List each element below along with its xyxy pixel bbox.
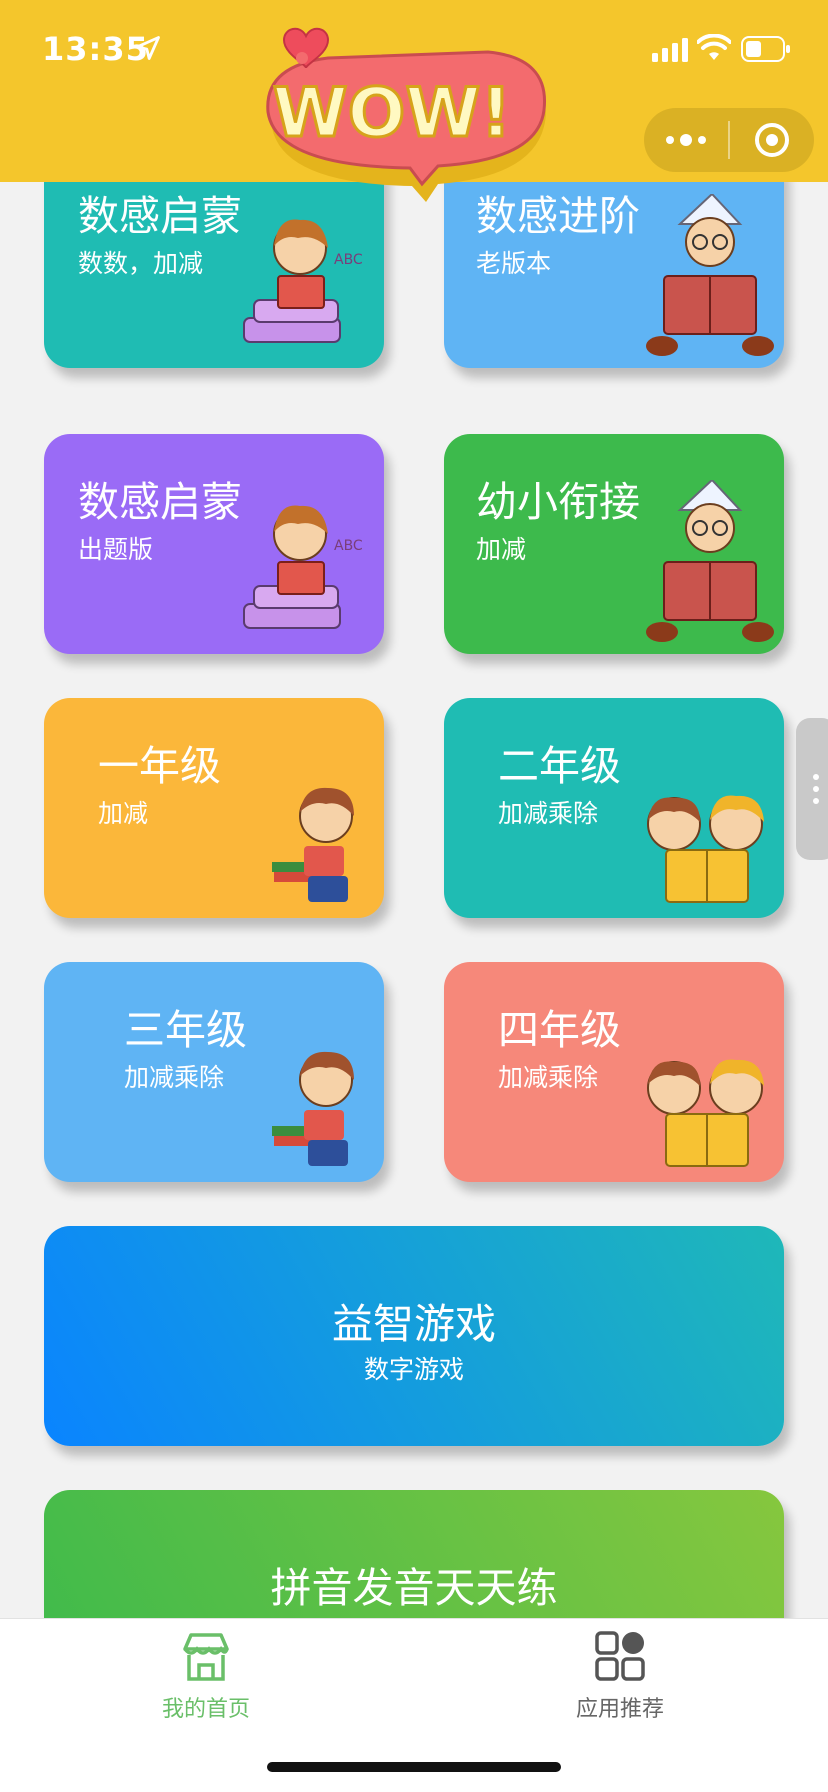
boy-with-books-icon — [272, 1051, 354, 1166]
card-title: 一年级 — [98, 742, 221, 790]
card-grade-3[interactable]: 三年级 加减乘除 — [44, 962, 384, 1182]
card-title: 数感启蒙 — [78, 478, 242, 526]
svg-text:ABC: ABC — [334, 252, 363, 268]
apps-grid-icon — [595, 1631, 645, 1681]
boy-reading-book-icon — [646, 480, 774, 642]
girl-reading-icon: ABC — [243, 219, 363, 343]
tab-apps-label: 应用推荐 — [575, 1697, 664, 1722]
card-title: 拼音发音天天练 — [270, 1564, 558, 1612]
close-target-icon — [755, 123, 789, 157]
two-kids-reading-icon — [647, 1059, 764, 1167]
location-arrow-icon — [136, 36, 160, 60]
card-subtitle: 数数，加减 — [78, 249, 204, 278]
card-subtitle: 加减 — [98, 799, 149, 828]
card-puzzle-games[interactable]: 益智游戏 数字游戏 — [44, 1226, 784, 1446]
card-subtitle: 加减乘除 — [498, 799, 599, 828]
girl-reading-icon: ABC — [243, 505, 363, 629]
card-kindergarten-bridge[interactable]: 幼小衔接 加减 — [444, 434, 784, 654]
two-kids-reading-icon — [647, 795, 764, 903]
svg-text:ABC: ABC — [334, 538, 363, 554]
boy-with-books-icon — [272, 787, 354, 902]
card-title: 益智游戏 — [332, 1300, 496, 1348]
tab-recommended-apps[interactable]: 应用推荐 — [540, 1629, 700, 1729]
card-title: 四年级 — [498, 1006, 621, 1054]
card-subtitle: 加减乘除 — [498, 1063, 599, 1092]
wifi-icon — [697, 34, 731, 60]
card-subtitle: 出题版 — [78, 535, 154, 564]
mini-program-capsule — [644, 108, 814, 172]
card-title: 二年级 — [498, 742, 621, 790]
card-grade-1[interactable]: 一年级 加减 — [44, 698, 384, 918]
more-options-button[interactable] — [644, 108, 728, 172]
close-mini-program-button[interactable] — [730, 108, 814, 172]
card-grade-2[interactable]: 二年级 加减乘除 — [444, 698, 784, 918]
app-screen: 13:35 WOW! 数感启蒙 数数，加减 ABC 数感进阶 老版本 数感启蒙 … — [0, 0, 828, 1792]
card-subtitle: 数字游戏 — [363, 1355, 464, 1384]
boy-reading-book-icon — [646, 194, 774, 356]
home-indicator — [267, 1762, 561, 1772]
card-title: 幼小衔接 — [476, 478, 640, 526]
storefront-home-icon — [183, 1633, 229, 1681]
svg-text:WOW!: WOW! — [273, 74, 512, 153]
side-drawer-handle[interactable] — [796, 718, 828, 860]
card-number-sense-quiz[interactable]: 数感启蒙 出题版 ABC — [44, 434, 384, 654]
tab-home-label: 我的首页 — [161, 1697, 250, 1722]
card-grade-4[interactable]: 四年级 加减乘除 — [444, 962, 784, 1182]
card-title: 数感启蒙 — [78, 192, 242, 240]
more-dots-icon — [666, 134, 706, 146]
status-time: 13:35 — [42, 30, 149, 68]
card-title: 三年级 — [124, 1006, 247, 1054]
battery-icon — [741, 36, 790, 62]
wow-logo: WOW! — [266, 27, 547, 202]
cellular-signal-icon — [652, 38, 688, 62]
card-subtitle: 加减 — [476, 535, 527, 564]
tab-home[interactable]: 我的首页 — [126, 1629, 286, 1729]
card-subtitle: 老版本 — [476, 249, 552, 278]
card-subtitle: 加减乘除 — [124, 1063, 225, 1092]
